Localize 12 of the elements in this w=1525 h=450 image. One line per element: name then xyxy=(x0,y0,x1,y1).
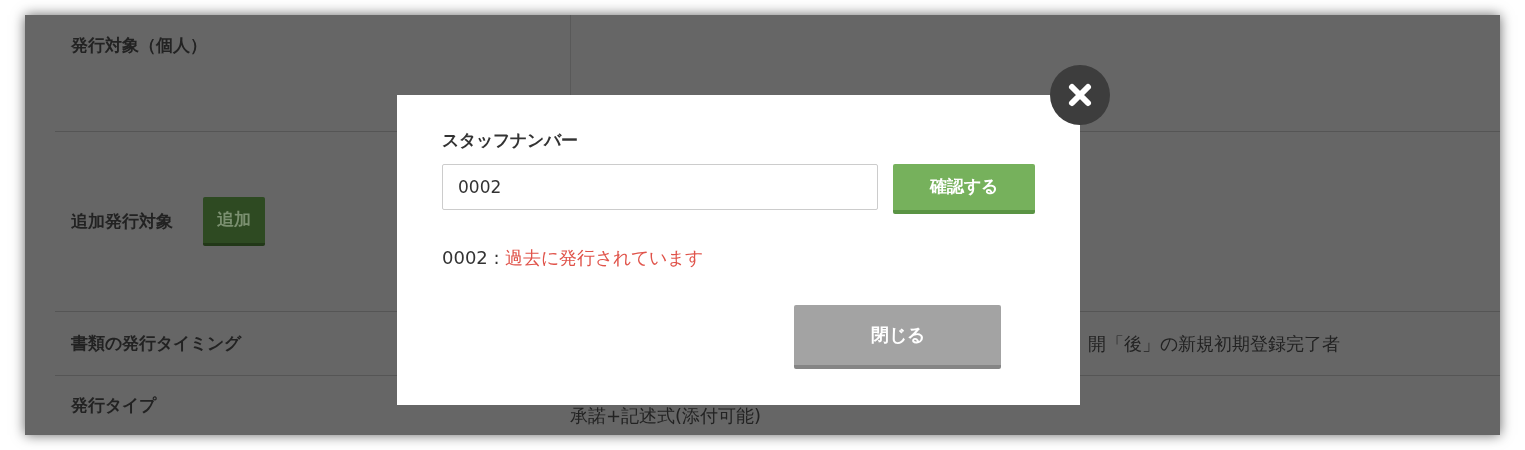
row-value: 承諾+記述式(添付可能) xyxy=(570,404,762,428)
row-value: 開「後」の新規初期登録完了者 xyxy=(1088,332,1340,356)
confirm-button[interactable]: 確認する xyxy=(893,163,1035,214)
field-label: スタッフナンバー xyxy=(442,129,578,152)
row-label: 発行タイプ xyxy=(71,393,156,417)
status-message: 0002 : 過去に発行されています xyxy=(442,245,704,270)
add-button[interactable]: 追加 xyxy=(203,197,265,246)
close-dialog-button[interactable]: 閉じる xyxy=(794,304,1001,369)
row-label: 書類の発行タイミング xyxy=(71,331,241,355)
row-label: 発行対象（個人） xyxy=(71,34,207,57)
staff-number-field[interactable]: 0002 xyxy=(442,163,878,210)
row-label: 追加発行対象 xyxy=(71,209,173,233)
